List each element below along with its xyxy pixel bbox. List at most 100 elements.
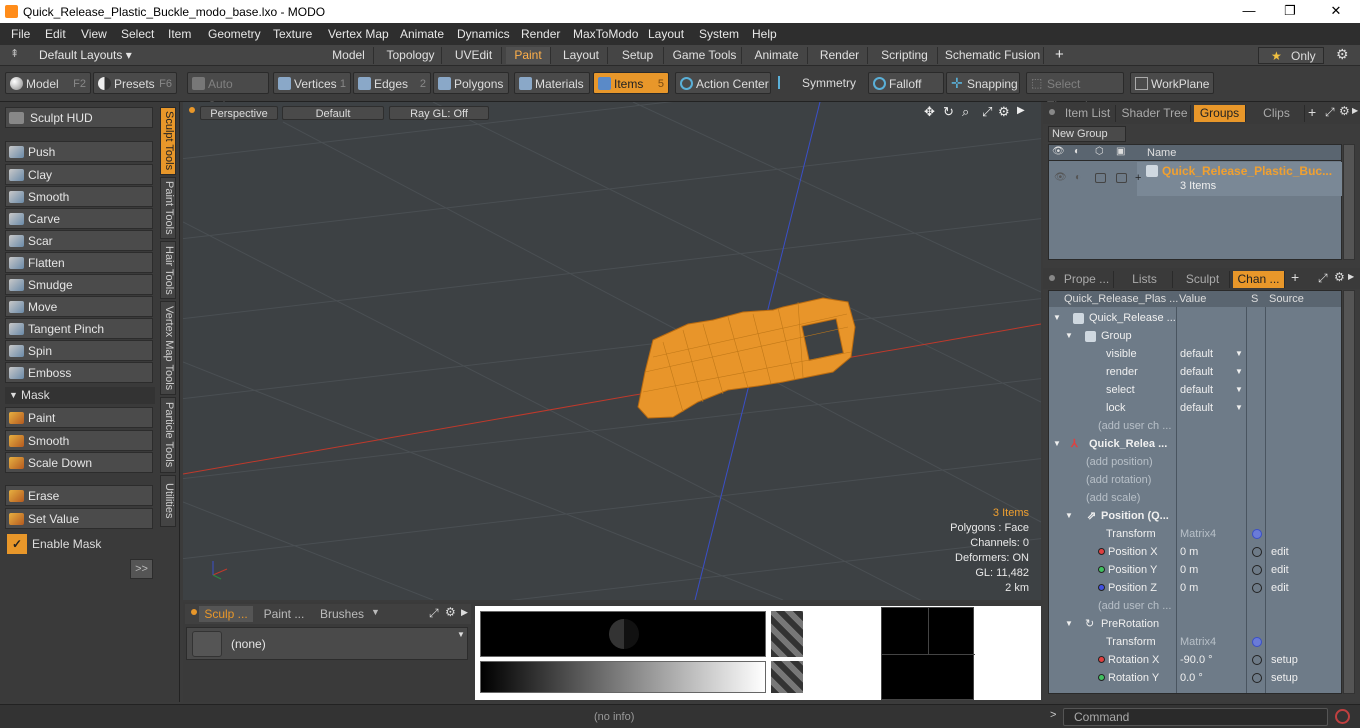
- menu-item[interactable]: Item: [168, 27, 191, 41]
- viewport-gear-icon[interactable]: ⚙: [998, 104, 1010, 120]
- groups-arrow-icon[interactable]: ▶: [1352, 106, 1358, 115]
- tab-scripting[interactable]: Scripting: [872, 47, 938, 64]
- vtab-vertex-map-tools[interactable]: Vertex Map Tools: [160, 301, 176, 395]
- mask-paint[interactable]: Paint: [5, 407, 153, 428]
- channels-scrollbar[interactable]: [1343, 290, 1355, 694]
- snapping-button[interactable]: ✛ Snapping: [946, 72, 1020, 94]
- menu-system[interactable]: System: [699, 27, 739, 41]
- chan-row-group[interactable]: ▼ Group: [1049, 327, 1341, 345]
- tool-spin[interactable]: Spin: [5, 340, 153, 361]
- auto-select-button[interactable]: Auto Select: [187, 72, 269, 113]
- vtab-hair-tools[interactable]: Hair Tools: [160, 241, 176, 299]
- tab-lists[interactable]: Lists: [1117, 271, 1173, 288]
- tabs-dot-icon[interactable]: [1049, 109, 1055, 115]
- tab-sculpt[interactable]: Sculp ...: [199, 606, 253, 622]
- chan-value[interactable]: 0.0 °: [1180, 669, 1203, 687]
- chan-row-position-x[interactable]: Position X 0 m edit: [1049, 543, 1341, 561]
- presets-button[interactable]: Presets F6: [93, 72, 177, 94]
- items-button[interactable]: Items 5: [593, 72, 669, 94]
- tool-scar[interactable]: Scar: [5, 230, 153, 251]
- chan-value[interactable]: default: [1180, 399, 1213, 417]
- vtab-paint-tools[interactable]: Paint Tools: [160, 177, 176, 239]
- chan-row-rotation-y[interactable]: Rotation Y 0.0 ° setup: [1049, 669, 1341, 687]
- key-circle-icon[interactable]: [1252, 565, 1262, 575]
- chan-row-select[interactable]: select default ▼: [1049, 381, 1341, 399]
- symmetry-button[interactable]: Symmetry: [776, 72, 866, 94]
- maximize-button[interactable]: ❐: [1280, 3, 1300, 19]
- model-button[interactable]: Model F2: [5, 72, 91, 94]
- chan-row-add-scale[interactable]: (add scale): [1049, 489, 1341, 507]
- layout-preset-dropdown[interactable]: Default Layouts ▾: [39, 48, 132, 62]
- menu-texture[interactable]: Texture: [273, 27, 312, 41]
- dropdown-arrow-icon[interactable]: ▼: [1235, 363, 1243, 381]
- key-circle-icon[interactable]: [1252, 583, 1262, 593]
- only-toggle[interactable]: ★ Only: [1258, 47, 1324, 64]
- menu-file[interactable]: File: [11, 27, 30, 41]
- chan-row-position[interactable]: ▼ ⇗ Position (Q...: [1049, 507, 1341, 525]
- vtab-sculpt-tools[interactable]: Sculpt Tools: [160, 107, 176, 175]
- panel-arrow-icon[interactable]: ▶: [461, 607, 468, 618]
- vtab-utilities[interactable]: Utilities: [160, 475, 176, 527]
- tab-topology[interactable]: Topology: [380, 47, 442, 64]
- tool-move[interactable]: Move: [5, 296, 153, 317]
- chan-value[interactable]: 0 m: [1180, 561, 1198, 579]
- chan-value[interactable]: default: [1180, 345, 1213, 363]
- chan-row-visible[interactable]: visible default ▼: [1049, 345, 1341, 363]
- menu-edit[interactable]: Edit: [45, 27, 66, 41]
- mask-set-value[interactable]: Set Value: [5, 508, 153, 529]
- mask-smooth[interactable]: Smooth: [5, 430, 153, 451]
- menu-layout[interactable]: Layout: [648, 27, 684, 41]
- tool-push[interactable]: Push: [5, 141, 153, 162]
- tab-schematic-fusion[interactable]: Schematic Fusion: [942, 47, 1044, 64]
- chan-row-transform[interactable]: Transform Matrix4: [1049, 525, 1341, 543]
- chan-row-position-z[interactable]: Position Z 0 m edit: [1049, 579, 1341, 597]
- tab-shader-tree[interactable]: Shader Tree: [1119, 105, 1191, 122]
- raygl-dropdown[interactable]: Ray GL: Off: [389, 106, 489, 120]
- tool-clay[interactable]: Clay: [5, 164, 153, 185]
- tool-tangent-pinch[interactable]: Tangent Pinch: [5, 318, 153, 339]
- menu-animate[interactable]: Animate: [400, 27, 444, 41]
- menu-dynamics[interactable]: Dynamics: [457, 27, 510, 41]
- workplane-button[interactable]: WorkPlane: [1130, 72, 1214, 94]
- enable-mask-checkbox[interactable]: ✓ Enable Mask: [5, 533, 155, 555]
- add-chan-tab-icon[interactable]: +: [1291, 269, 1299, 285]
- chan-value[interactable]: default: [1180, 381, 1213, 399]
- preset-browser-dropdown[interactable]: (none) ▼: [186, 627, 468, 660]
- tab-groups[interactable]: Groups: [1194, 105, 1246, 122]
- chan-row-item[interactable]: ▼ Quick_Release ...: [1049, 309, 1341, 327]
- chan-tabs-dot-icon[interactable]: [1049, 275, 1055, 281]
- menu-maxtomodo[interactable]: MaxToModo: [573, 27, 638, 41]
- tab-game-tools[interactable]: Game Tools: [668, 47, 742, 64]
- viewport-dot-icon[interactable]: [189, 107, 195, 113]
- tab-dropdown-icon[interactable]: ▼: [371, 607, 380, 617]
- group-select-checkbox[interactable]: [1095, 173, 1106, 183]
- edges-button[interactable]: Edges 2: [353, 72, 431, 94]
- gear-icon[interactable]: ⚙: [1336, 46, 1349, 63]
- chan-row-render[interactable]: render default ▼: [1049, 363, 1341, 381]
- tool-smooth[interactable]: Smooth: [5, 186, 153, 207]
- tab-layout[interactable]: Layout: [555, 47, 608, 64]
- chan-row-locator[interactable]: ▼ ⅄ Quick_Relea ...: [1049, 435, 1341, 453]
- dropdown-arrow-icon[interactable]: ▼: [1235, 399, 1243, 417]
- layout-menu-icon[interactable]: ⇞: [10, 47, 19, 60]
- groups-scrollbar[interactable]: [1343, 144, 1355, 260]
- chan-arrow-icon[interactable]: ▶: [1348, 272, 1354, 281]
- viewport-menu-arrow-icon[interactable]: ▶: [1017, 105, 1025, 116]
- tool-smudge[interactable]: Smudge: [5, 274, 153, 295]
- dropdown-arrow-icon[interactable]: ▼: [1235, 381, 1243, 399]
- perspective-dropdown[interactable]: Perspective: [200, 106, 278, 120]
- lock-icon[interactable]: ▣: [1116, 146, 1125, 157]
- menu-render[interactable]: Render: [521, 27, 560, 41]
- action-center-button[interactable]: Action Center: [675, 72, 771, 94]
- tab-setup[interactable]: Setup: [612, 47, 664, 64]
- group-eye-icon[interactable]: 👁: [1054, 172, 1067, 183]
- tool-emboss[interactable]: Emboss: [5, 362, 153, 383]
- rotate-icon[interactable]: ↻: [943, 104, 954, 120]
- chan-maximize-icon[interactable]: ⤢: [1318, 271, 1328, 286]
- add-tab-button[interactable]: +: [1055, 46, 1064, 63]
- tab-paint[interactable]: Paint: [506, 47, 551, 64]
- chan-row-add-position[interactable]: (add position): [1049, 453, 1341, 471]
- chan-row-add-user[interactable]: (add user ch ...: [1049, 417, 1341, 435]
- falloff-button[interactable]: Falloff: [868, 72, 944, 94]
- vertices-button[interactable]: Vertices 1: [273, 72, 351, 94]
